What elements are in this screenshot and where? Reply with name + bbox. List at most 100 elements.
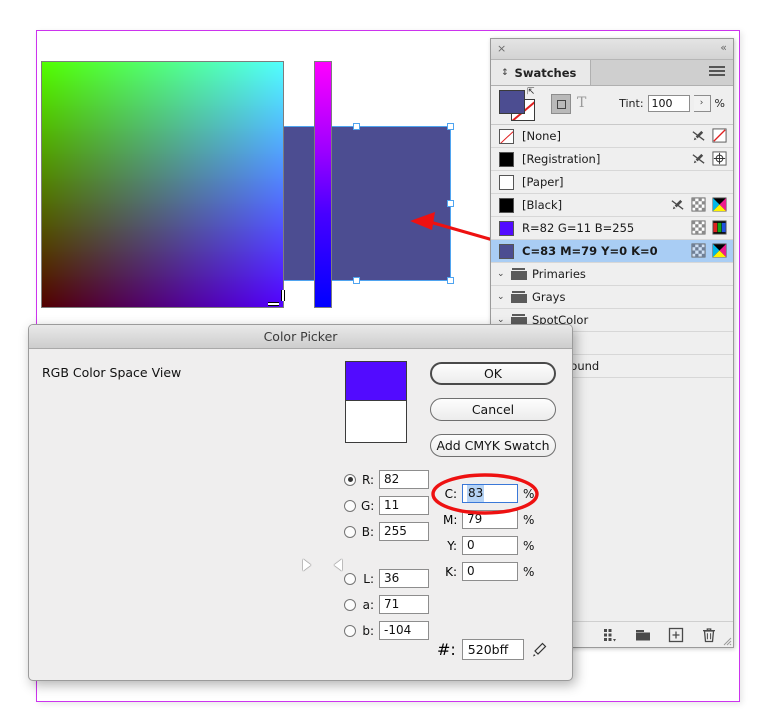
input-cyan[interactable]: 83 (462, 484, 518, 503)
fill-stroke-proxy[interactable]: ⇱ (499, 87, 539, 121)
ok-button[interactable]: OK (430, 362, 556, 385)
formatting-affects-container-icon[interactable] (551, 94, 571, 114)
channel-slider-thumb-right[interactable] (334, 559, 342, 571)
panel-tab-strip[interactable]: ↕ Swatches (491, 60, 733, 86)
swatch-row-none[interactable]: [None] (491, 125, 733, 148)
input-black[interactable]: 0 (462, 562, 518, 581)
chevron-down-icon[interactable]: ⌄ (497, 269, 506, 279)
tint-grid-icon (691, 243, 706, 258)
new-swatch-icon[interactable] (668, 627, 684, 643)
gradient-marker[interactable] (268, 290, 290, 310)
radio-b[interactable] (344, 624, 356, 637)
tint-control[interactable]: Tint: 100 › % (619, 95, 725, 112)
tint-input[interactable]: 100 (647, 95, 690, 112)
selection-handle[interactable] (447, 277, 454, 284)
preview-original-color[interactable] (345, 401, 407, 443)
panel-titlebar: × « (491, 39, 733, 60)
formatting-affects-text-icon[interactable]: T (577, 95, 586, 111)
field-row-cyan[interactable]: C: 83 % (443, 484, 534, 503)
group-name: Primaries (532, 267, 586, 281)
field-row-red[interactable]: R: 82 (344, 470, 429, 489)
swatch-row-icons (691, 220, 727, 235)
label-yellow: Y: (447, 538, 457, 553)
folder-icon (511, 291, 527, 303)
radio-a[interactable] (344, 598, 356, 611)
unit-black: % (523, 564, 535, 579)
radio-lightness[interactable] (344, 572, 356, 585)
radio-red[interactable] (344, 473, 356, 486)
label-b: b: (362, 623, 374, 638)
swatch-row-icons (691, 243, 727, 258)
panel-resize-grip[interactable] (720, 634, 732, 646)
radio-blue[interactable] (344, 525, 356, 538)
tint-grid-icon (691, 197, 706, 212)
channel-slider[interactable] (314, 61, 332, 308)
swatch-row-registration[interactable]: [Registration] (491, 148, 733, 171)
tint-label: Tint: (619, 97, 644, 110)
folder-icon (511, 268, 527, 280)
field-row-a[interactable]: a: 71 (344, 595, 429, 614)
swatch-group-primaries[interactable]: ⌄ Primaries (491, 263, 733, 286)
input-lightness[interactable]: 36 (379, 569, 429, 588)
eyedropper-icon[interactable] (530, 641, 548, 659)
input-a[interactable]: 71 (379, 595, 429, 614)
unit-yellow: % (523, 538, 535, 553)
none-mode-icon (712, 128, 727, 143)
field-row-b[interactable]: b: -104 (344, 621, 429, 640)
label-black: K: (445, 564, 457, 579)
cancel-button[interactable]: Cancel (430, 398, 556, 421)
fill-stroke-toolbar[interactable]: ⇱ T Tint: 100 › % (491, 86, 733, 125)
selection-handle[interactable] (353, 277, 360, 284)
eyedropper-crossed-icon (671, 199, 684, 210)
group-name: Grays (532, 290, 566, 304)
swatch-row-paper[interactable]: [Paper] (491, 171, 733, 194)
swatch-name: R=82 G=11 B=255 (522, 221, 635, 235)
fill-swatch[interactable] (499, 90, 525, 114)
eyedropper-crossed-icon (692, 130, 705, 141)
hex-field-row[interactable]: #: 520bff (437, 639, 548, 660)
delete-swatch-icon[interactable] (701, 627, 717, 643)
field-row-blue[interactable]: B: 255 (344, 522, 429, 541)
swatch-row-cmyk[interactable]: C=83 M=79 Y=0 K=0 (491, 240, 733, 263)
annotation-arrow-to-rectangle (410, 212, 494, 242)
unit-magenta: % (523, 512, 535, 527)
swatch-color-chip (499, 243, 514, 259)
hex-input[interactable]: 520bff (461, 639, 524, 660)
swatch-group-grays[interactable]: ⌄ Grays (491, 286, 733, 309)
input-magenta[interactable]: 79 (462, 510, 518, 529)
swap-fill-stroke-icon[interactable]: ⇱ (527, 87, 535, 97)
tint-stepper[interactable]: › (693, 95, 711, 112)
add-cmyk-swatch-button[interactable]: Add CMYK Swatch (430, 434, 556, 457)
close-icon[interactable]: × (497, 42, 506, 55)
field-row-yellow[interactable]: Y: 0 % (443, 536, 534, 555)
new-color-group-folder-icon[interactable] (635, 627, 651, 643)
color-gradient-field[interactable] (41, 61, 284, 308)
selection-handle[interactable] (353, 123, 360, 130)
selection-handle[interactable] (447, 123, 454, 130)
field-row-black[interactable]: K: 0 % (443, 562, 534, 581)
radio-green[interactable] (344, 499, 356, 512)
panel-menu-icon[interactable] (709, 66, 725, 78)
swatch-color-chip (499, 174, 514, 190)
swatch-color-chip (499, 220, 514, 236)
input-green[interactable]: 11 (379, 496, 429, 515)
field-row-green[interactable]: G: 11 (344, 496, 429, 515)
channel-slider-thumb-left[interactable] (303, 559, 311, 571)
selection-handle[interactable] (447, 200, 454, 207)
field-row-lightness[interactable]: L: 36 (344, 569, 429, 588)
input-b[interactable]: -104 (379, 621, 429, 640)
collapse-panel-icon[interactable]: « (720, 41, 727, 54)
rgb-mode-icon (712, 220, 727, 235)
field-row-magenta[interactable]: M: 79 % (443, 510, 534, 529)
swatch-row-rgb[interactable]: R=82 G=11 B=255 (491, 217, 733, 240)
input-red[interactable]: 82 (379, 470, 429, 489)
input-yellow[interactable]: 0 (462, 536, 518, 555)
chevron-down-icon[interactable]: ⌄ (497, 292, 506, 302)
swatch-row-black[interactable]: [Black] (491, 194, 733, 217)
color-space-view-label: RGB Color Space View (42, 365, 182, 380)
swatch-color-chip (499, 128, 514, 144)
color-group-icon[interactable] (602, 627, 618, 643)
input-blue[interactable]: 255 (379, 522, 429, 541)
tab-swatches[interactable]: ↕ Swatches (491, 60, 592, 85)
label-magenta: M: (443, 512, 458, 527)
